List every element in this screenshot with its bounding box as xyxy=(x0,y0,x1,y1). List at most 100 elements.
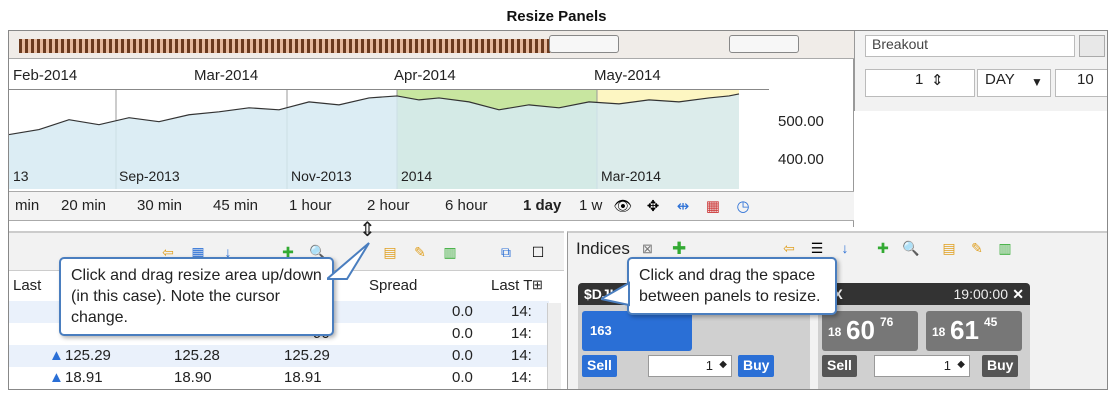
navigator-handle[interactable] xyxy=(549,35,619,53)
tab-1day[interactable]: 1 day xyxy=(523,197,561,214)
timeframe-tab-bar: min 20 min 30 min 45 min 1 hour 2 hour 6… xyxy=(9,191,854,221)
bid-big: 60 xyxy=(846,315,875,345)
tab-30min[interactable]: 30 min xyxy=(137,197,182,214)
tab-2hour[interactable]: 2 hour xyxy=(367,197,410,214)
add-icon[interactable]: ✚ xyxy=(874,239,892,257)
study-settings-panel: Breakout 1 ⇕ DAY ▼ 10 xyxy=(854,31,1107,111)
sell-price-box[interactable]: 18 60 76 xyxy=(822,311,918,351)
tab-indices[interactable]: Indices xyxy=(576,239,630,259)
edit-icon[interactable]: ✎ xyxy=(411,243,429,261)
table-row[interactable]: ▲ 18.91 18.90 18.91 0.0 14: xyxy=(9,367,549,389)
quantity-stepper-icon[interactable]: ◆ xyxy=(957,359,965,370)
quantity-value: 1 xyxy=(705,358,713,373)
resize-cursor-icon: ⇕ xyxy=(359,219,376,241)
column-header-last[interactable]: Last xyxy=(13,277,41,294)
ask-cell: 18.91 xyxy=(284,369,322,386)
arrow-left-icon[interactable]: ⇦ xyxy=(780,239,798,257)
sort-icon[interactable]: ↓ xyxy=(836,239,854,257)
table-scrollbar[interactable] xyxy=(547,303,561,389)
quantity-stepper-icon[interactable]: ◆ xyxy=(719,359,727,370)
tab-1w[interactable]: 1 w xyxy=(579,197,602,214)
crosshair-icon[interactable]: ✥ xyxy=(643,197,663,217)
date-label: 2014 xyxy=(401,168,432,184)
buy-button[interactable]: Buy xyxy=(738,355,775,377)
search-icon[interactable]: 🔍 xyxy=(902,239,920,257)
callout-resize-vertical: Click and drag resize area up/down (in t… xyxy=(59,257,334,336)
spreadsheet-icon[interactable]: ▥ xyxy=(441,243,459,261)
last-cell: 125.29 xyxy=(65,347,111,364)
date-label: 13 xyxy=(13,168,29,184)
spreadsheet-icon[interactable]: ▥ xyxy=(996,239,1014,257)
edit-icon[interactable]: ✎ xyxy=(968,239,986,257)
date-label: May-2014 xyxy=(594,67,661,84)
y-tick-label: 400.00 xyxy=(778,151,824,168)
time-cell: 14: xyxy=(511,303,532,320)
export-icon[interactable]: ▤ xyxy=(940,239,958,257)
price-small: 163 xyxy=(590,323,612,338)
date-label: Apr-2014 xyxy=(394,67,456,84)
navigator-volume-bars xyxy=(19,39,614,53)
date-label: Mar-2014 xyxy=(194,67,259,84)
quantity-value: 1 xyxy=(943,358,951,373)
buy-button[interactable]: Buy xyxy=(982,355,1019,377)
export-icon[interactable]: ▤ xyxy=(381,243,399,261)
chart-panel: Feb-2014 Mar-2014 Apr-2014 May-2014 13 S… xyxy=(9,31,854,227)
close-tab-icon[interactable]: ⊠ xyxy=(642,241,653,257)
ask-sup: 45 xyxy=(984,315,998,329)
spinner-arrows-icon[interactable]: ⇕ xyxy=(931,71,944,89)
spread-cell: 0.0 xyxy=(452,303,473,320)
column-header-last-time[interactable]: Last T xyxy=(491,277,532,294)
quote-header: PX 19:00:00 ✕ xyxy=(818,283,1030,305)
time-cell: 14: xyxy=(511,325,532,342)
navigator-strip[interactable] xyxy=(9,31,854,59)
close-icon[interactable]: ✕ xyxy=(1012,286,1024,303)
tab-6hour[interactable]: 6 hour xyxy=(445,197,488,214)
fit-width-icon[interactable]: ⇹ xyxy=(673,197,693,217)
price-plot[interactable]: 13 Sep-2013 Nov-2013 2014 Mar-2014 xyxy=(9,89,769,189)
spinner-value: 1 xyxy=(915,71,924,88)
bid-cell: 18.90 xyxy=(174,369,212,386)
add-tab-icon[interactable]: ✚ xyxy=(672,239,686,259)
spread-cell: 0.0 xyxy=(452,325,473,342)
spread-cell: 0.0 xyxy=(452,369,473,386)
quantity-field[interactable]: 1 ◆ xyxy=(648,355,732,377)
app-window: Feb-2014 Mar-2014 Apr-2014 May-2014 13 S… xyxy=(8,30,1108,390)
callout-tail xyxy=(327,242,370,280)
popout-icon[interactable]: ⧉ xyxy=(497,243,515,261)
list-icon[interactable]: ☰ xyxy=(808,239,826,257)
tab-1hour[interactable]: 1 hour xyxy=(289,197,332,214)
column-settings-icon[interactable]: ⊞ xyxy=(532,277,543,293)
tab-min[interactable]: min xyxy=(15,197,39,214)
period-value: DAY xyxy=(985,71,1015,88)
count-value: 10 xyxy=(1077,71,1094,88)
maximize-icon[interactable]: ☐ xyxy=(529,243,547,261)
chevron-down-icon[interactable]: ▼ xyxy=(1031,75,1043,89)
sell-price-box[interactable]: 163 xyxy=(582,311,692,351)
sell-button[interactable]: Sell xyxy=(822,355,857,377)
tab-20min[interactable]: 20 min xyxy=(61,197,106,214)
study-name-field[interactable]: Breakout xyxy=(865,35,1075,57)
tab-45min[interactable]: 45 min xyxy=(213,197,258,214)
ask-cell: 125.29 xyxy=(284,347,330,364)
quantity-field[interactable]: 1 ◆ xyxy=(874,355,970,377)
sell-button[interactable]: Sell xyxy=(582,355,617,377)
y-tick-label: 500.00 xyxy=(778,113,824,130)
time-cell: 14: xyxy=(511,347,532,364)
spread-cell: 0.0 xyxy=(452,347,473,364)
play-button[interactable] xyxy=(1079,35,1105,57)
up-arrow-icon: ▲ xyxy=(49,347,64,364)
date-label: Sep-2013 xyxy=(119,168,180,184)
eye-icon[interactable]: 👁 xyxy=(613,197,633,217)
ask-prefix: 18 xyxy=(932,325,946,339)
time-cell: 14: xyxy=(511,369,532,386)
bid-sup: 76 xyxy=(880,315,894,329)
calendar-icon[interactable]: ▦ xyxy=(703,197,723,217)
date-label: Feb-2014 xyxy=(13,67,78,84)
last-cell: 18.91 xyxy=(65,369,103,386)
table-row[interactable]: ▲ 125.29 125.28 125.29 0.0 14: xyxy=(9,345,549,367)
quote-card-spx[interactable]: PX 19:00:00 ✕ 18 60 76 18 61 45 Sell 1 xyxy=(818,283,1030,389)
clock-icon[interactable]: ◷ xyxy=(733,197,753,217)
ask-big: 61 xyxy=(950,315,979,345)
navigator-handle[interactable] xyxy=(729,35,799,53)
buy-price-box[interactable]: 18 61 45 xyxy=(926,311,1022,351)
